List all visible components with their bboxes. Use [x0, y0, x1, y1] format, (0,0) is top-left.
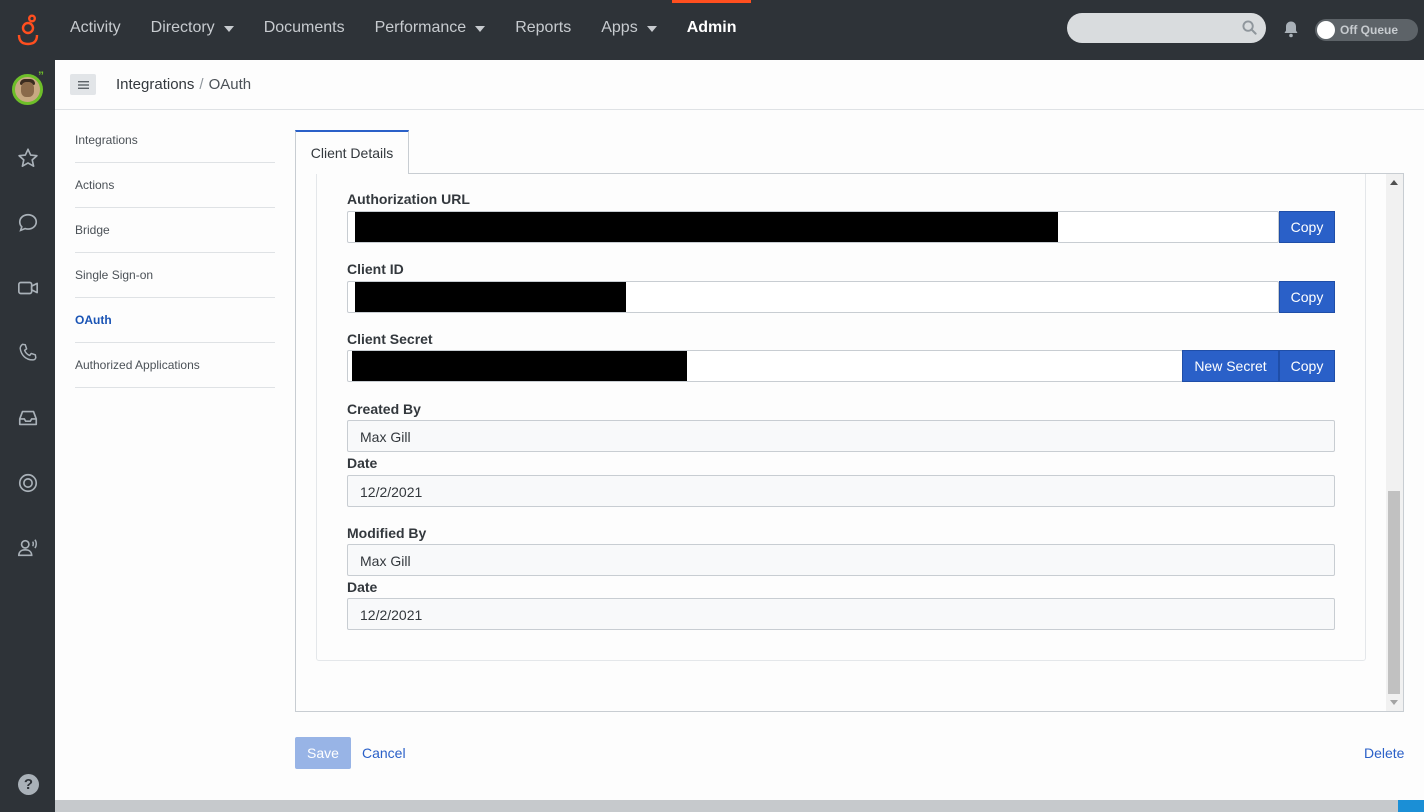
nav-admin-label: Admin — [686, 19, 737, 36]
client-details-panel[interactable]: Authorization URL Copy Client ID Copy Cl… — [295, 173, 1404, 712]
left-rail: ” ? — [0, 0, 55, 812]
search-input[interactable] — [1067, 13, 1266, 43]
nav-activity[interactable]: Activity — [55, 0, 136, 60]
created-date-value: 12/2/2021 — [360, 484, 423, 500]
nav-performance[interactable]: Performance — [360, 0, 501, 60]
bottom-status-strip — [55, 800, 1424, 812]
modified-date-field: 12/2/2021 — [347, 598, 1335, 630]
redacted-value — [352, 351, 687, 381]
subnav-item-actions[interactable]: Actions — [75, 163, 275, 208]
subnav-item-integrations[interactable]: Integrations — [75, 118, 275, 163]
queue-status-label: Off Queue — [1340, 23, 1399, 37]
created-by-value: Max Gill — [360, 429, 411, 445]
redacted-value — [355, 282, 626, 312]
subnav-item-label: OAuth — [75, 313, 112, 327]
client-id-label: Client ID — [347, 261, 404, 277]
subnav-item-label: Single Sign-on — [75, 268, 154, 282]
help-icon[interactable]: ? — [18, 774, 39, 795]
nav-performance-label: Performance — [374, 19, 467, 36]
inbox-icon[interactable] — [15, 405, 41, 431]
breadcrumb-separator: / — [199, 76, 204, 93]
tab-label: Client Details — [310, 145, 394, 161]
client-secret-field[interactable] — [347, 350, 1183, 382]
video-icon[interactable] — [15, 275, 41, 301]
copy-client-secret-button[interactable]: Copy — [1279, 350, 1335, 382]
status-quote-icon: ” — [38, 69, 44, 83]
breadcrumb-current: OAuth — [208, 76, 252, 93]
search-icon[interactable] — [1242, 20, 1257, 40]
toggle-knob — [1317, 21, 1335, 39]
cancel-button[interactable]: Cancel — [362, 745, 406, 761]
save-button[interactable]: Save — [295, 737, 351, 769]
copy-authorization-url-button[interactable]: Copy — [1279, 211, 1335, 243]
subnav-item-label: Actions — [75, 178, 115, 192]
authorization-url-label: Authorization URL — [347, 191, 470, 207]
client-id-field[interactable] — [347, 281, 1279, 313]
breadcrumb-bar: Integrations / OAuth — [55, 60, 1424, 110]
integrations-subnav: Integrations Actions Bridge Single Sign-… — [75, 118, 275, 388]
star-icon[interactable] — [15, 145, 41, 171]
modified-by-value: Max Gill — [360, 553, 411, 569]
redacted-value — [355, 212, 1058, 242]
panel-scrollbar[interactable] — [1386, 174, 1403, 711]
nav-documents[interactable]: Documents — [249, 0, 360, 60]
modified-date-value: 12/2/2021 — [360, 607, 423, 623]
nav-apps[interactable]: Apps — [586, 0, 671, 60]
breadcrumb-parent[interactable]: Integrations — [116, 76, 194, 93]
nav-documents-label: Documents — [263, 19, 345, 36]
new-secret-button[interactable]: New Secret — [1182, 350, 1279, 382]
subnav-item-single-sign-on[interactable]: Single Sign-on — [75, 253, 275, 298]
main-nav: Activity Directory Documents Performance… — [55, 0, 752, 60]
user-voice-icon[interactable] — [15, 535, 41, 561]
nav-activity-label: Activity — [70, 19, 121, 36]
tab-client-details[interactable]: Client Details — [295, 130, 409, 174]
copy-client-id-button[interactable]: Copy — [1279, 281, 1335, 313]
subnav-item-bridge[interactable]: Bridge — [75, 208, 275, 253]
chevron-down-icon — [475, 26, 486, 32]
queue-toggle[interactable]: Off Queue — [1315, 19, 1418, 41]
target-icon[interactable] — [15, 470, 41, 496]
hamburger-icon[interactable] — [70, 74, 96, 95]
client-secret-label: Client Secret — [347, 331, 433, 347]
genesys-logo[interactable] — [15, 14, 41, 46]
authorization-url-field[interactable] — [347, 211, 1279, 243]
modified-by-field: Max Gill — [347, 544, 1335, 576]
subnav-item-label: Authorized Applications — [75, 358, 200, 372]
breadcrumb: Integrations / OAuth — [116, 76, 251, 93]
modified-by-label: Modified By — [347, 525, 427, 541]
subnav-item-oauth[interactable]: OAuth — [75, 298, 275, 343]
status-indicator — [1398, 800, 1424, 812]
subnav-item-authorized-applications[interactable]: Authorized Applications — [75, 343, 275, 388]
scroll-up-arrow-icon[interactable] — [1390, 180, 1398, 185]
phone-icon[interactable] — [15, 340, 41, 366]
created-by-label: Created By — [347, 401, 421, 417]
client-details-card — [316, 174, 1366, 661]
nav-directory-label: Directory — [150, 19, 215, 36]
nav-apps-label: Apps — [601, 19, 638, 36]
modified-date-label: Date — [347, 579, 378, 595]
nav-reports-label: Reports — [515, 19, 572, 36]
created-date-label: Date — [347, 455, 378, 471]
nav-reports[interactable]: Reports — [500, 0, 586, 60]
created-by-field: Max Gill — [347, 420, 1335, 452]
scrollbar-thumb[interactable] — [1388, 491, 1400, 694]
scroll-down-arrow-icon[interactable] — [1390, 700, 1398, 705]
chevron-down-icon — [646, 26, 657, 32]
bell-icon[interactable] — [1283, 20, 1299, 43]
subnav-item-label: Bridge — [75, 223, 110, 237]
created-date-field: 12/2/2021 — [347, 475, 1335, 507]
nav-admin[interactable]: Admin — [671, 0, 752, 60]
chat-icon[interactable] — [15, 210, 41, 236]
top-nav-bar: Activity Directory Documents Performance… — [55, 0, 1424, 60]
subnav-item-label: Integrations — [75, 133, 138, 147]
delete-button[interactable]: Delete — [1364, 745, 1404, 761]
nav-directory[interactable]: Directory — [136, 0, 249, 60]
chevron-down-icon — [223, 26, 234, 32]
